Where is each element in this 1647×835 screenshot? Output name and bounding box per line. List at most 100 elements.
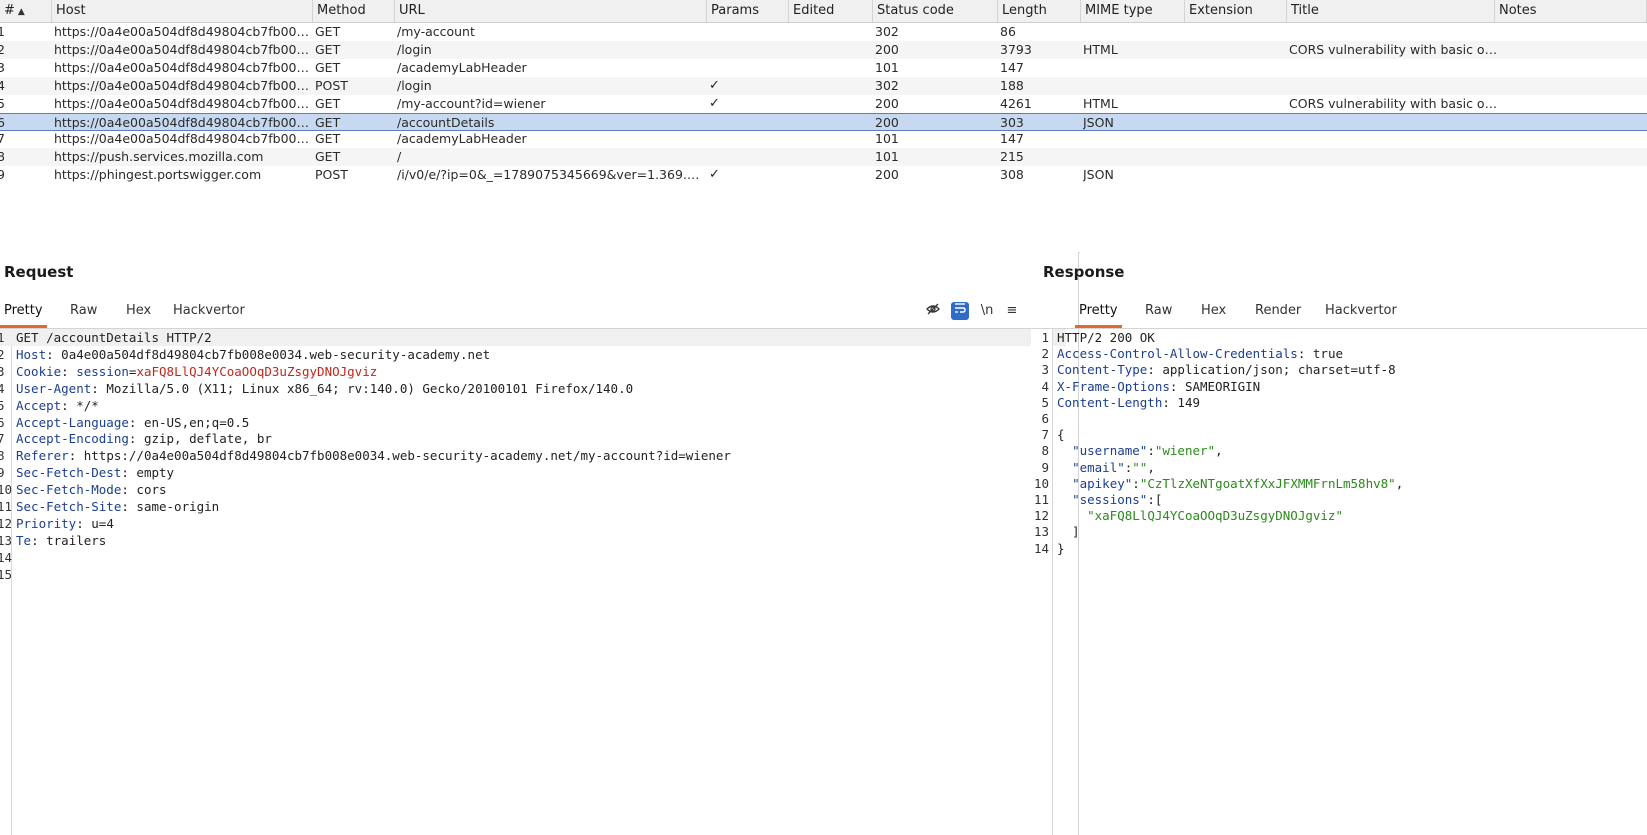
header-name: Content-Type bbox=[1057, 362, 1148, 378]
cell-mime bbox=[1083, 23, 1183, 41]
column-header-length[interactable]: Length bbox=[998, 0, 1081, 22]
cookie-value: xaFQ8LlQJ4YCoaOOqD3uZsgyDNOJgviz bbox=[136, 363, 378, 379]
response-tab-hackvertor[interactable]: Hackvertor bbox=[1321, 294, 1401, 328]
request-editor[interactable]: 1 GET /accountDetails HTTP/2 2 Host: 0a4e00… bbox=[0, 329, 1078, 835]
column-header-edited[interactable]: Edited bbox=[789, 0, 873, 22]
eye-off-icon[interactable] bbox=[924, 302, 942, 320]
header-name: Host bbox=[16, 346, 47, 362]
cell-mime: HTML bbox=[1083, 95, 1118, 111]
column-header-mime-type[interactable]: MIME type bbox=[1081, 0, 1185, 22]
request-tab-raw[interactable]: Raw bbox=[66, 294, 101, 328]
table-row[interactable]: 4 https://0a4e00a504df8d49804cb7fb008e0..… bbox=[0, 76, 1647, 95]
line-number: 5 bbox=[1041, 394, 1049, 410]
cell-edited bbox=[791, 148, 871, 166]
column-header-number[interactable]: # ▲ bbox=[0, 0, 52, 22]
cell-host: https://0a4e00a504df8d49804cb7fb008e0... bbox=[54, 41, 309, 57]
column-header-notes[interactable]: Notes bbox=[1495, 0, 1647, 22]
response-tab-render[interactable]: Render bbox=[1251, 294, 1305, 328]
header-line: User-Agent: Mozilla/5.0 (X11; Linux x86_… bbox=[16, 380, 634, 396]
cell-length: 86 bbox=[1000, 24, 1016, 39]
json-punct: , bbox=[1395, 475, 1404, 491]
table-row[interactable]: 5 https://0a4e00a504df8d49804cb7fb008e0..… bbox=[0, 95, 1647, 113]
request-tab-pretty[interactable]: Pretty bbox=[0, 294, 47, 328]
request-line: 4 User-Agent: Mozilla/5.0 (X11; Linux x86… bbox=[0, 380, 1066, 397]
line-number: 13 bbox=[1033, 524, 1049, 540]
request-line: 13 Te: trailers bbox=[0, 532, 1066, 549]
cell-params bbox=[709, 114, 787, 132]
header-value: 149 bbox=[1177, 394, 1200, 410]
cell-method: GET bbox=[315, 41, 341, 57]
request-tab-hex[interactable]: Hex bbox=[122, 294, 155, 328]
cell-status: 302 bbox=[875, 77, 899, 93]
column-header-status-code[interactable]: Status code bbox=[873, 0, 998, 22]
column-header-method[interactable]: Method bbox=[313, 0, 395, 22]
column-header-url[interactable]: URL bbox=[395, 0, 707, 22]
header-name: Sec-Fetch-Site bbox=[16, 499, 122, 514]
header-name: X-Frame-Options bbox=[1057, 378, 1170, 394]
response-line: 14} bbox=[1031, 540, 1647, 557]
request-line: 3 Cookie: session=xaFQ8LlQJ4YCoaOOqD3uZsg… bbox=[0, 363, 1066, 380]
header-value: https://0a4e00a504df8d49804cb7fb008e0034… bbox=[83, 448, 731, 464]
column-header-extension[interactable]: Extension bbox=[1185, 0, 1287, 22]
table-row[interactable]: 3 https://0a4e00a504df8d49804cb7fb008e0..… bbox=[0, 59, 1647, 77]
json-value: "" bbox=[1132, 459, 1148, 475]
response-line: 6 bbox=[1031, 410, 1647, 427]
response-line: 13 ] bbox=[1031, 523, 1647, 540]
table-row[interactable]: 2 https://0a4e00a504df8d49804cb7fb008e0..… bbox=[0, 40, 1647, 59]
table-row[interactable]: 8 https://push.services.mozilla.com GET / 10… bbox=[0, 148, 1647, 167]
word-wrap-icon[interactable] bbox=[951, 302, 969, 320]
response-editor[interactable]: 1 HTTP/2 200 OK 2 Access-Control-Allow-Cred… bbox=[1031, 329, 1647, 835]
request-line: 12 Priority: u=4 bbox=[0, 515, 1066, 532]
table-row[interactable]: 1 https://0a4e00a504df8d49804cb7fb008e0..… bbox=[0, 23, 1647, 41]
cell-title bbox=[1289, 130, 1499, 148]
response-line: 12 "xaFQ8LlQJ4YCoaOOqD3uZsgyDNOJgviz" bbox=[1031, 507, 1647, 524]
header-name: Priority bbox=[16, 515, 77, 531]
json-line: "sessions":[ bbox=[1072, 492, 1163, 507]
request-tab-hackvertor[interactable]: Hackvertor bbox=[169, 294, 249, 328]
table-row[interactable]: 6 https://0a4e00a504df8d49804cb7fb008e0..… bbox=[0, 112, 1647, 132]
response-tab-hex[interactable]: Hex bbox=[1197, 294, 1230, 328]
response-tab-pretty[interactable]: Pretty bbox=[1075, 294, 1122, 328]
column-header-title[interactable]: Title bbox=[1287, 0, 1495, 22]
status-line: HTTP/2 200 OK bbox=[1057, 330, 1155, 345]
cell-ext bbox=[1187, 59, 1285, 77]
cell-ext bbox=[1187, 95, 1285, 113]
cell-params bbox=[709, 41, 787, 59]
column-header-params[interactable]: Params bbox=[707, 0, 789, 22]
cell-ext bbox=[1187, 41, 1285, 59]
cell-ext bbox=[1187, 166, 1285, 184]
menu-icon[interactable]: ≡ bbox=[1003, 302, 1021, 320]
header-line: Sec-Fetch-Mode: cors bbox=[16, 482, 167, 498]
header-value: same-origin bbox=[136, 499, 220, 514]
cell-edited bbox=[791, 95, 871, 113]
line-number: 3 bbox=[0, 363, 5, 379]
cell-mime bbox=[1083, 77, 1183, 95]
cell-mime: JSON bbox=[1083, 167, 1114, 183]
header-name: Accept-Language bbox=[16, 414, 129, 430]
cell-host: https://push.services.mozilla.com bbox=[54, 149, 264, 165]
column-header-host[interactable]: Host bbox=[52, 0, 313, 22]
table-row[interactable]: 7 https://0a4e00a504df8d49804cb7fb008e0..… bbox=[0, 130, 1647, 148]
header-value: */* bbox=[76, 397, 99, 413]
header-name: Access-Control-Allow-Credentials bbox=[1057, 346, 1298, 362]
response-tab-raw[interactable]: Raw bbox=[1141, 294, 1176, 328]
header-line: Content-Length: 149 bbox=[1057, 394, 1200, 410]
newline-icon[interactable]: \n bbox=[978, 302, 996, 320]
table-row[interactable]: 9 https://phingest.portswigger.com POST/i/… bbox=[0, 166, 1647, 184]
table-header: # ▲ Host Method URL Params Edited Status code Le… bbox=[0, 0, 1647, 23]
header-line: Sec-Fetch-Dest: empty bbox=[16, 465, 175, 481]
line-number: 7 bbox=[1041, 427, 1049, 443]
cell-url: /my-account?id=wiener bbox=[397, 95, 546, 111]
json-key: "email" bbox=[1072, 459, 1125, 475]
request-panel: Request \n ≡ Pretty Raw Hex Hackvertor 1 GET… bbox=[0, 252, 1079, 835]
header-line: Accept-Encoding: gzip, deflate, br bbox=[16, 431, 272, 447]
cell-url: /login bbox=[397, 77, 432, 93]
cell-edited bbox=[791, 130, 871, 148]
sort-asc-icon[interactable]: ▲ bbox=[18, 7, 25, 17]
cell-status: 101 bbox=[875, 131, 899, 147]
response-line: 4 X-Frame-Options: SAMEORIGIN bbox=[1031, 378, 1647, 395]
cell-num: 4 bbox=[0, 77, 49, 95]
header-name: Accept bbox=[16, 397, 62, 413]
cell-status: 302 bbox=[875, 24, 899, 39]
cell-status: 101 bbox=[875, 59, 899, 75]
